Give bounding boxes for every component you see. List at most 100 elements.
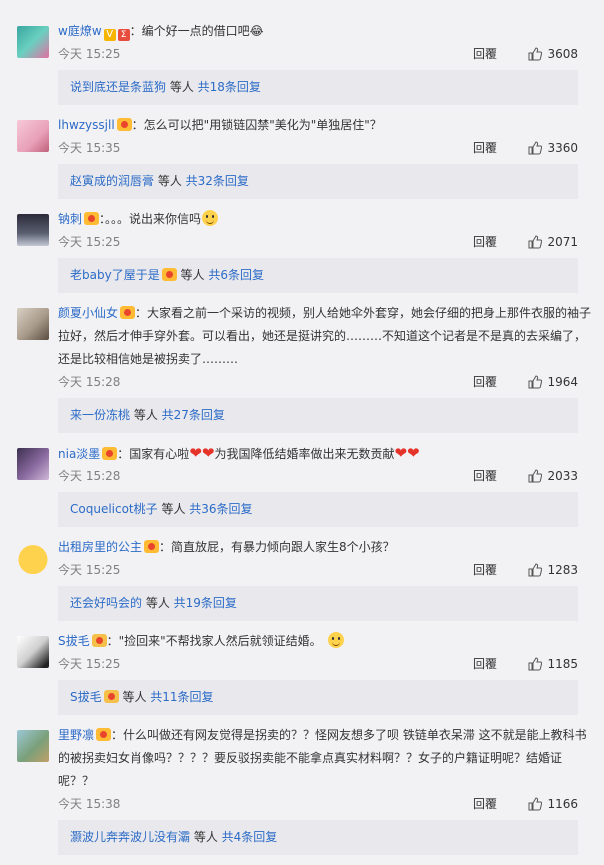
level-badge-icon: Σ bbox=[117, 29, 130, 41]
like-count: 1283 bbox=[547, 563, 578, 577]
comment-username[interactable]: 钠刺 bbox=[58, 212, 82, 226]
comment-time: 今天 15:35 bbox=[58, 141, 121, 155]
like-count: 2033 bbox=[547, 469, 578, 483]
sub-reply-box[interactable]: S拔毛 等人 共11条回复 bbox=[58, 680, 578, 715]
like-count: 3608 bbox=[547, 47, 578, 61]
sub-reply-user[interactable]: Coquelicot桃子 bbox=[70, 502, 158, 516]
like-count: 1964 bbox=[547, 375, 578, 389]
sub-reply-box[interactable]: 老baby了屋于是 等人 共6条回复 bbox=[58, 258, 578, 293]
comment-text: ：。。。说出来你信吗 bbox=[99, 212, 202, 226]
avatar[interactable] bbox=[17, 26, 49, 58]
verified-badge-icon: V bbox=[103, 29, 116, 41]
avatar[interactable] bbox=[17, 730, 49, 762]
reply-button[interactable]: 回覆 bbox=[473, 373, 497, 391]
vip-badge-icon bbox=[120, 306, 136, 319]
comment-text: ：大家看之前一个采访的视频，别人给她伞外套穿，她会仔细的把身上那件衣服的袖子拉好… bbox=[58, 306, 592, 366]
comment-time: 今天 15:28 bbox=[58, 469, 121, 483]
comment-text: ：什么叫做还有网友觉得是拐卖的？？怪网友想多了呗 铁链单衣呆滞 这不就是能上教科… bbox=[58, 728, 587, 788]
sub-reply-box[interactable]: 还会好吗会的 等人 共19条回复 bbox=[58, 586, 578, 621]
reply-button[interactable]: 回覆 bbox=[473, 233, 497, 251]
sub-reply-user[interactable]: 灏波儿奔奔波儿没有灞 bbox=[70, 830, 190, 844]
sub-reply-box[interactable]: 灏波儿奔奔波儿没有灞 等人 共4条回复 bbox=[58, 820, 578, 855]
like-count: 1166 bbox=[547, 797, 578, 811]
vip-badge-icon bbox=[116, 118, 132, 131]
vip-badge-icon bbox=[161, 268, 177, 281]
thumbs-up-icon bbox=[528, 469, 543, 483]
view-replies-link[interactable]: 共18条回复 bbox=[198, 80, 261, 94]
like-count: 2071 bbox=[547, 235, 578, 249]
like-button[interactable]: 1964 bbox=[528, 373, 578, 391]
comment-text: ：怎么可以把"用锁链囚禁"美化为"单独居住"？ bbox=[131, 118, 382, 132]
sub-reply-user[interactable]: 来一份冻桃 bbox=[70, 408, 130, 422]
view-replies-link[interactable]: 共6条回复 bbox=[208, 268, 264, 282]
thumbs-up-icon bbox=[528, 375, 543, 389]
view-replies-link[interactable]: 共32条回复 bbox=[186, 174, 249, 188]
sub-reply-user[interactable]: S拔毛 bbox=[70, 690, 102, 704]
sub-reply-user[interactable]: 说到底还是条蓝狗 bbox=[70, 80, 166, 94]
sub-reply-box[interactable]: Coquelicot桃子 等人 共36条回复 bbox=[58, 492, 578, 527]
thumbs-up-icon bbox=[528, 235, 543, 249]
reply-button[interactable]: 回覆 bbox=[473, 467, 497, 485]
comment-time: 今天 15:25 bbox=[58, 563, 121, 577]
reply-button[interactable]: 回覆 bbox=[473, 139, 497, 157]
vip-badge-icon bbox=[96, 728, 112, 741]
like-button[interactable]: 1166 bbox=[528, 795, 578, 813]
comment-text: ：简直放屁，有暴力倾向跟人家生8个小孩？ bbox=[159, 540, 395, 554]
avatar[interactable] bbox=[17, 542, 49, 574]
like-button[interactable]: 3608 bbox=[528, 45, 578, 63]
like-count: 1185 bbox=[547, 657, 578, 671]
reply-button[interactable]: 回覆 bbox=[473, 45, 497, 63]
comment-time: 今天 15:38 bbox=[58, 797, 121, 811]
comment-time: 今天 15:25 bbox=[58, 47, 121, 61]
reply-button[interactable]: 回覆 bbox=[473, 795, 497, 813]
thumbs-up-icon bbox=[528, 563, 543, 577]
like-button[interactable]: 3360 bbox=[528, 139, 578, 157]
thumbs-up-icon bbox=[528, 47, 543, 61]
thumbs-up-icon bbox=[528, 657, 543, 671]
sub-reply-box[interactable]: 赵寅成的润唇膏 等人 共32条回复 bbox=[58, 164, 578, 199]
like-button[interactable]: 2071 bbox=[528, 233, 578, 251]
view-replies-link[interactable]: 共4条回复 bbox=[222, 830, 278, 844]
sub-reply-box[interactable]: 来一份冻桃 等人 共27条回复 bbox=[58, 398, 578, 433]
view-replies-link[interactable]: 共27条回复 bbox=[162, 408, 225, 422]
comment-time: 今天 15:25 bbox=[58, 235, 121, 249]
sub-reply-user[interactable]: 还会好吗会的 bbox=[70, 596, 142, 610]
sub-reply-user[interactable]: 赵寅成的润唇膏 bbox=[70, 174, 154, 188]
vip-badge-icon bbox=[144, 540, 160, 553]
sub-reply-user[interactable]: 老baby了屋于是 bbox=[70, 268, 160, 282]
comment-time: 今天 15:28 bbox=[58, 375, 121, 389]
avatar[interactable] bbox=[17, 308, 49, 340]
smile-emoji-icon bbox=[327, 632, 344, 648]
comment-username[interactable]: 出租房里的公主 bbox=[58, 540, 142, 554]
thinking-emoji-icon bbox=[202, 210, 219, 226]
vip-badge-icon bbox=[91, 634, 107, 647]
avatar[interactable] bbox=[17, 214, 49, 246]
comment-username[interactable]: 颜夏小仙女 bbox=[58, 306, 118, 320]
heart-icon: ❤❤ bbox=[189, 444, 215, 462]
comment-username[interactable]: S拔毛 bbox=[58, 634, 90, 648]
heart-icon: ❤❤ bbox=[394, 444, 420, 462]
thumbs-up-icon bbox=[528, 797, 543, 811]
like-button[interactable]: 2033 bbox=[528, 467, 578, 485]
sub-reply-box[interactable]: 说到底还是条蓝狗 等人 共18条回复 bbox=[58, 70, 578, 105]
like-count: 3360 bbox=[547, 141, 578, 155]
like-button[interactable]: 1185 bbox=[528, 655, 578, 673]
comment-text-continued: 为我国降低结婚率做出来无数贡献 bbox=[214, 447, 395, 461]
view-replies-link[interactable]: 共36条回复 bbox=[189, 502, 252, 516]
reply-button[interactable]: 回覆 bbox=[473, 655, 497, 673]
avatar[interactable] bbox=[17, 120, 49, 152]
view-replies-link[interactable]: 共11条回复 bbox=[150, 690, 213, 704]
comment-username[interactable]: w庭燎w bbox=[58, 24, 102, 38]
avatar[interactable] bbox=[17, 636, 49, 668]
vip-badge-icon bbox=[84, 212, 100, 225]
comment-username[interactable]: lhwzyssjll bbox=[58, 118, 115, 132]
comment-username[interactable]: nia淡墨 bbox=[58, 447, 100, 461]
reply-button[interactable]: 回覆 bbox=[473, 561, 497, 579]
thumbs-up-icon bbox=[528, 141, 543, 155]
comment-username[interactable]: 里野凛 bbox=[58, 728, 94, 742]
comment-text: ：国家有心啦 bbox=[117, 447, 190, 461]
view-replies-link[interactable]: 共19条回复 bbox=[174, 596, 237, 610]
vip-badge-icon bbox=[102, 447, 118, 460]
avatar[interactable] bbox=[17, 448, 49, 480]
like-button[interactable]: 1283 bbox=[528, 561, 578, 579]
